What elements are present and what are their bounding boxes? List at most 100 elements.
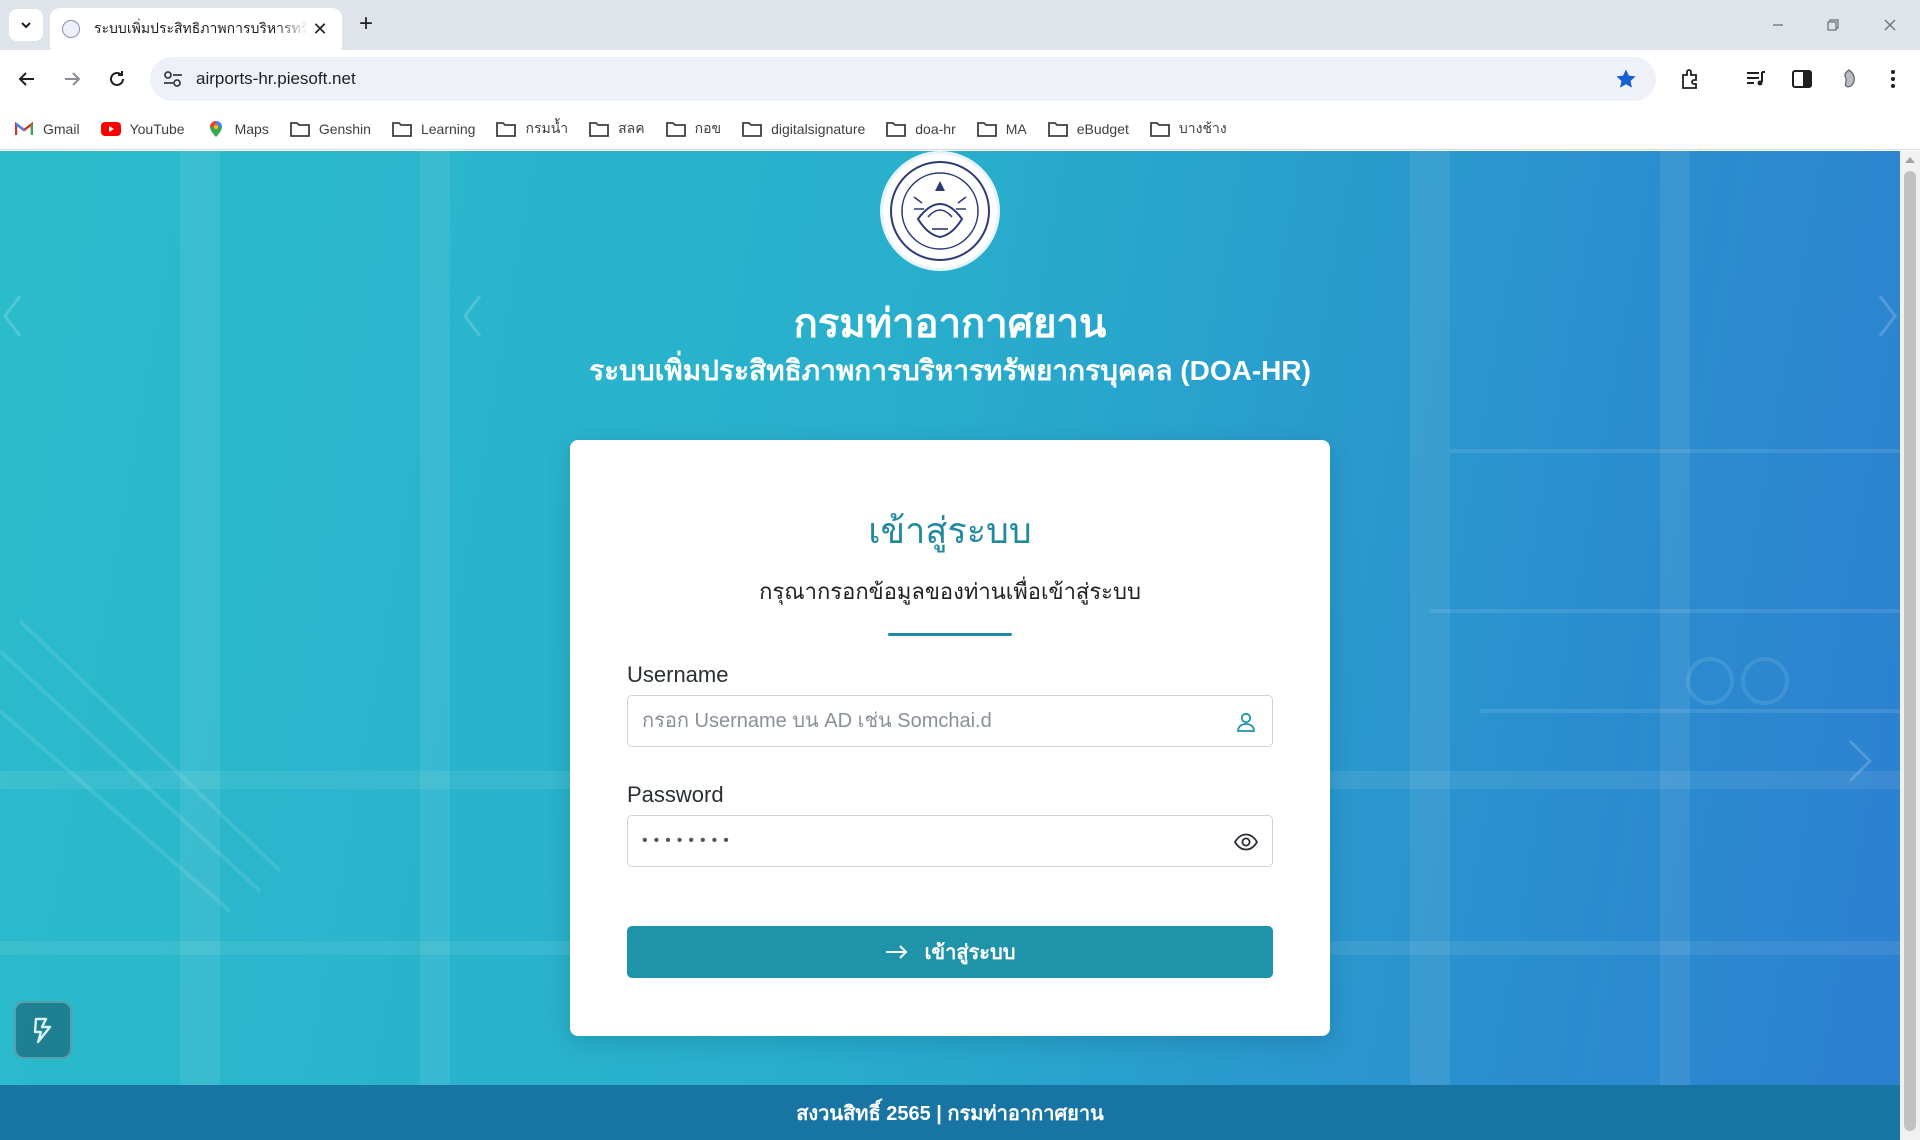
bookmark-label: YouTube (129, 120, 185, 137)
restore-button[interactable] (1813, 10, 1853, 40)
password-label: Password (627, 782, 724, 807)
minimize-icon (1773, 24, 1783, 26)
folder-icon (1150, 120, 1170, 138)
bookmark-folder-digitalsignature[interactable]: digitalsignature (742, 114, 865, 144)
folder-icon (289, 120, 310, 138)
youtube-icon (100, 120, 121, 138)
bookmark-label: MA (1005, 120, 1027, 137)
address-bar[interactable]: airports-hr.piesoft.net (150, 57, 1656, 101)
url-text: airports-hr.piesoft.net (196, 69, 356, 88)
new-tab-button[interactable]: + (352, 10, 380, 38)
floating-assistant-button[interactable] (14, 1001, 72, 1059)
username-field[interactable] (627, 695, 1273, 747)
user-icon (1234, 710, 1258, 734)
username-label: Username (627, 662, 729, 687)
bookmark-label: บางช้าง (1178, 119, 1227, 136)
close-window-button[interactable] (1870, 10, 1910, 40)
arrow-left-icon (18, 72, 34, 86)
eye-icon[interactable] (1234, 830, 1258, 854)
folder-icon (665, 120, 686, 138)
folder-icon (392, 120, 412, 138)
profile-button[interactable] (1835, 65, 1863, 93)
music-queue-icon (1747, 71, 1765, 86)
profile-avatar-icon (1844, 69, 1855, 88)
title-divider (888, 633, 1012, 636)
bookmark-folder-bangchang[interactable]: บางช้าง (1150, 114, 1227, 144)
media-controls-button[interactable] (1742, 65, 1770, 93)
bookmark-label: กรมน้ำ (525, 119, 569, 136)
bookmark-folder-water[interactable]: กรมน้ำ (496, 114, 568, 144)
side-panel-icon (1792, 70, 1812, 88)
side-panel-button[interactable] (1788, 65, 1816, 93)
copyright-text: สงวนสิทธิ์ 2565 | กรมท่าอากาศยาน (796, 1102, 1104, 1125)
bookmarks-bar: Gmail YouTube Maps Genshin Learning กรมน… (0, 108, 1920, 150)
department-seal-logo (880, 151, 1000, 271)
close-tab-icon[interactable]: ✕ (310, 19, 330, 40)
bookmark-folder-genshin[interactable]: Genshin (289, 114, 371, 144)
login-submit-label: เข้าสู่ระบบ (924, 942, 1016, 964)
bookmark-label: eBudget (1076, 120, 1129, 137)
bookmark-star-icon[interactable] (1614, 67, 1638, 91)
tab-search-button[interactable] (9, 9, 43, 41)
scroll-up-arrow-icon[interactable] (1905, 157, 1915, 163)
extensions-button[interactable] (1677, 65, 1705, 93)
chrome-menu-button[interactable] (1879, 65, 1907, 93)
bookmark-label: Maps (234, 120, 269, 137)
login-title: เข้าสู่ระบบ (868, 510, 1032, 551)
bookmark-folder-kok[interactable]: กอข (665, 114, 722, 144)
arrow-right-icon (65, 72, 81, 86)
bookmark-label: doa-hr (915, 120, 956, 137)
folder-icon (496, 120, 517, 138)
bookmark-gmail[interactable]: Gmail (14, 114, 80, 144)
login-submit-button[interactable]: เข้าสู่ระบบ (627, 926, 1273, 978)
folder-icon (1047, 120, 1068, 138)
username-input[interactable] (642, 696, 1202, 746)
close-icon (1884, 19, 1896, 31)
bookmark-label: สลค (618, 119, 645, 136)
login-description: กรุณากรอกข้อมูลของท่านเพื่อเข้าสู่ระบบ (759, 579, 1141, 604)
password-input[interactable] (642, 816, 1202, 866)
site-favicon-icon (62, 20, 80, 38)
bookmark-label: กอข (694, 119, 722, 136)
more-vertical-icon (1891, 70, 1895, 88)
page-scrollbar[interactable] (1900, 151, 1920, 1140)
bookmark-label: Gmail (43, 120, 80, 137)
maps-icon (206, 120, 226, 138)
back-button[interactable] (11, 63, 43, 95)
lightning-icon (33, 1017, 52, 1044)
folder-icon (742, 120, 762, 138)
bookmark-folder-ebudget[interactable]: eBudget (1047, 114, 1129, 144)
bookmark-youtube[interactable]: YouTube (100, 114, 185, 144)
seal-emblem-icon (890, 161, 990, 261)
page-footer: สงวนสิทธิ์ 2565 | กรมท่าอากาศยาน (0, 1085, 1900, 1140)
page-viewport: กรมท่าอากาศยาน ระบบเพิ่มประสิทธิภาพการบร… (0, 151, 1900, 1140)
reload-button[interactable] (101, 63, 133, 95)
folder-icon (886, 120, 907, 138)
org-title: กรมท่าอากาศยาน (793, 302, 1107, 346)
minimize-button[interactable] (1758, 10, 1798, 40)
bookmark-folder-slk[interactable]: สลค (589, 114, 645, 144)
site-settings-icon[interactable] (162, 69, 184, 89)
system-subtitle: ระบบเพิ่มประสิทธิภาพการบริหารทรัพยากรบุค… (589, 355, 1311, 386)
password-field[interactable] (627, 815, 1273, 867)
login-card: เข้าสู่ระบบ กรุณากรอกข้อมูลของท่านเพื่อเ… (570, 440, 1330, 1036)
reload-icon (110, 71, 124, 86)
bookmark-label: Genshin (318, 120, 371, 137)
bookmark-label: digitalsignature (771, 120, 866, 137)
arrow-right-icon (885, 944, 909, 960)
chevron-down-icon (21, 22, 31, 29)
bookmark-folder-ma[interactable]: MA (976, 114, 1027, 144)
puzzle-icon (1682, 69, 1697, 89)
tab-title: ระบบเพิ่มประสิทธิภาพการบริหารทรัพยากรบุค… (94, 20, 308, 36)
folder-icon (589, 120, 610, 138)
bookmark-folder-doa-hr[interactable]: doa-hr (886, 114, 956, 144)
bookmark-maps[interactable]: Maps (206, 114, 269, 144)
browser-toolbar: airports-hr.piesoft.net (0, 50, 1920, 108)
bookmark-folder-learning[interactable]: Learning (392, 114, 475, 144)
browser-tab-active[interactable]: ระบบเพิ่มประสิทธิภาพการบริหารทรัพยากรบุค… (50, 8, 342, 50)
forward-button[interactable] (56, 63, 88, 95)
gmail-icon (14, 120, 34, 138)
browser-tab-strip: ระบบเพิ่มประสิทธิภาพการบริหารทรัพยากรบุค… (0, 0, 1920, 50)
scrollbar-thumb[interactable] (1904, 171, 1916, 1131)
restore-icon (1827, 19, 1839, 31)
